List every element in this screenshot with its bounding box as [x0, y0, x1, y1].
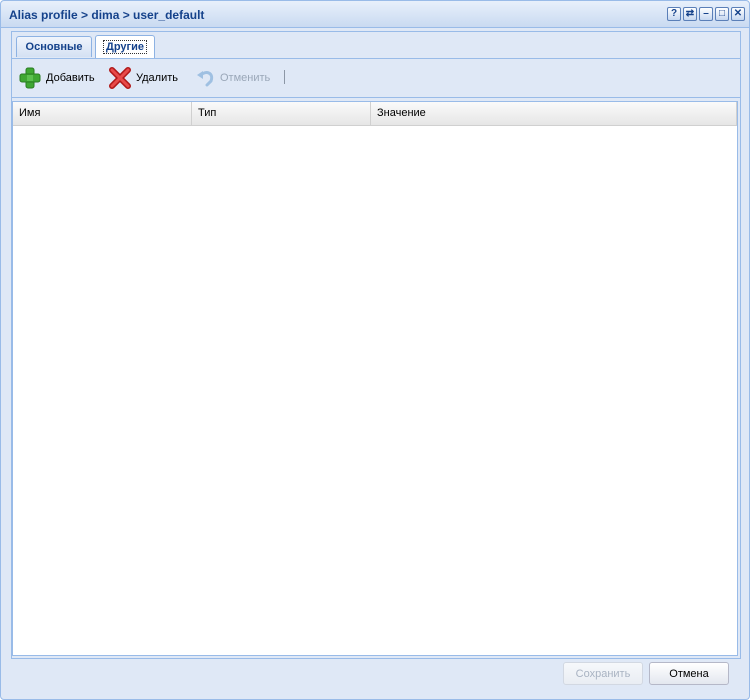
toolbar: Добавить Удалить Отменить	[12, 59, 740, 98]
minimize-icon[interactable]: –	[699, 7, 713, 21]
grid-body	[13, 126, 737, 655]
tab-main-label: Основные	[25, 41, 83, 53]
add-button-label: Добавить	[46, 72, 95, 84]
tab-main[interactable]: Основные	[16, 36, 92, 57]
maximize-icon[interactable]: □	[715, 7, 729, 21]
grid-header: Имя Тип Значение	[13, 102, 737, 126]
undo-button-label: Отменить	[220, 72, 271, 84]
add-button[interactable]: Добавить	[18, 67, 95, 89]
data-grid: Имя Тип Значение	[12, 101, 738, 656]
help-icon[interactable]: ?	[667, 7, 681, 21]
delete-button[interactable]: Удалить	[108, 67, 178, 89]
close-icon[interactable]: ✕	[731, 7, 745, 21]
tab-other[interactable]: Другие	[95, 35, 155, 58]
undo-icon	[197, 71, 214, 87]
tab-other-label: Другие	[103, 40, 147, 54]
plus-icon	[19, 67, 41, 89]
refresh-icon[interactable]: ⇄	[683, 7, 697, 21]
column-header-type[interactable]: Тип	[192, 102, 371, 125]
tab-strip: Основные Другие	[12, 32, 740, 59]
window-title: Alias profile > dima > user_default	[9, 8, 205, 22]
cancel-button[interactable]: Отмена	[649, 662, 729, 685]
save-button[interactable]: Сохранить	[563, 662, 643, 685]
undo-button[interactable]: Отменить	[196, 67, 270, 89]
toolbar-separator	[284, 70, 285, 84]
column-header-name[interactable]: Имя	[13, 102, 192, 125]
window-tools: ? ⇄ – □ ✕	[667, 7, 745, 21]
delete-x-icon	[109, 67, 131, 89]
dialog-window: Alias profile > dima > user_default ? ⇄ …	[0, 0, 750, 700]
column-header-value[interactable]: Значение	[371, 102, 737, 125]
title-bar[interactable]: Alias profile > dima > user_default ? ⇄ …	[1, 1, 749, 28]
tab-panel: Основные Другие Добавить Удалить Отменит…	[11, 31, 741, 659]
delete-button-label: Удалить	[136, 72, 178, 84]
